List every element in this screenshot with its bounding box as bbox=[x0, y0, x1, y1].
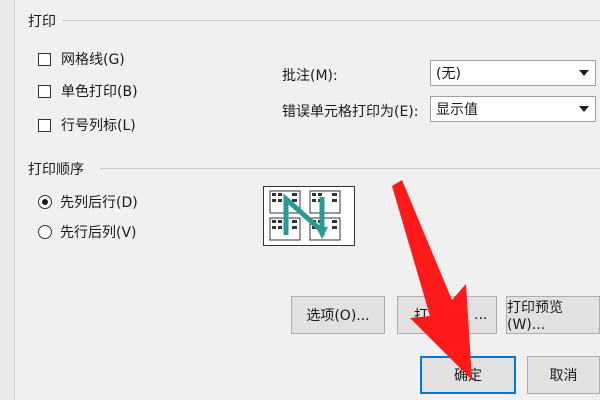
annotation-arrow-icon bbox=[392, 180, 472, 380]
